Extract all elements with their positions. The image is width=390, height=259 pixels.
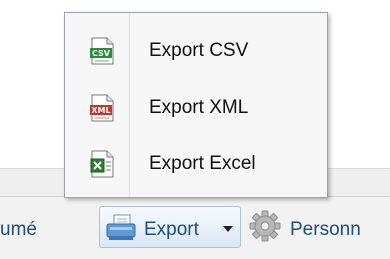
xml-file-icon: XML [90, 94, 114, 122]
export-icon [106, 214, 136, 240]
menu-item-label: Export XML [149, 97, 249, 118]
menu-item-export-excel[interactable]: Export Excel [65, 139, 327, 189]
resume-button-label[interactable]: umé [0, 219, 37, 241]
menu-item-label: Export CSV [149, 40, 249, 61]
chevron-down-icon [223, 226, 233, 232]
menu-item-export-xml[interactable]: XML Export XML [65, 83, 327, 133]
svg-text:XML: XML [91, 106, 110, 115]
gear-icon[interactable] [248, 209, 282, 243]
export-button[interactable]: Export [99, 206, 241, 248]
csv-file-icon: CSV [90, 37, 114, 65]
toolbar: umé Export Personn [0, 196, 390, 259]
svg-text:CSV: CSV [92, 49, 111, 58]
export-button-label: Export [144, 219, 199, 240]
export-dropdown-menu: CSV Export CSV XML Export XML Export Exc… [64, 12, 328, 198]
menu-item-export-csv[interactable]: CSV Export CSV [65, 26, 327, 76]
excel-file-icon [90, 150, 114, 178]
personalize-button-label[interactable]: Personn [290, 219, 361, 241]
menu-item-label: Export Excel [149, 153, 256, 174]
